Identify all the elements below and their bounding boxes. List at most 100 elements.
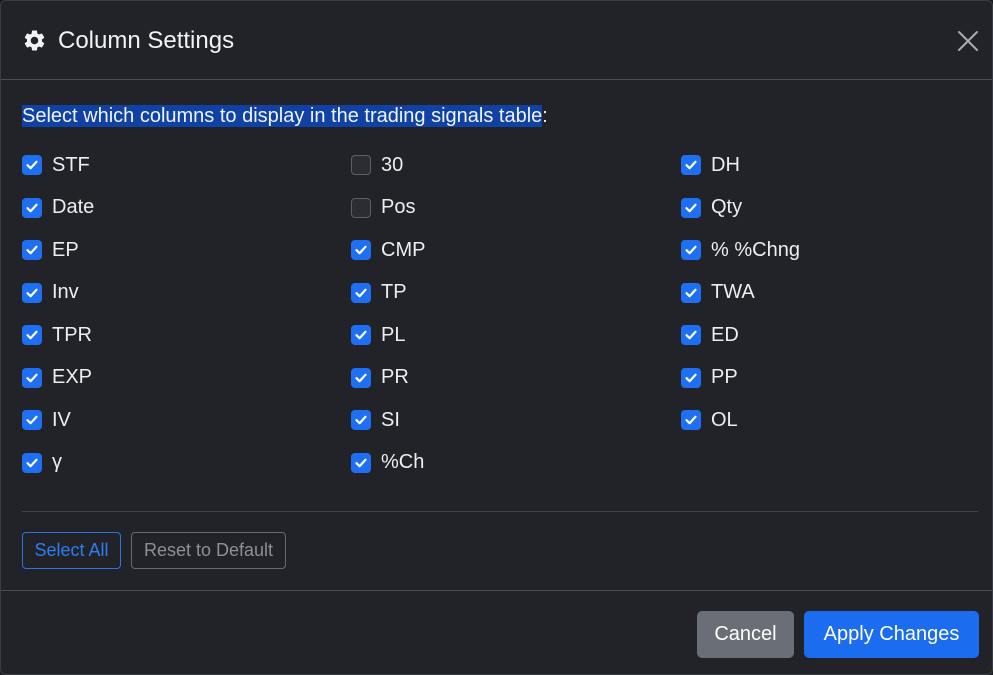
checkmark-icon <box>355 288 367 297</box>
checkbox-checked[interactable] <box>681 282 701 303</box>
checkmark-icon <box>355 245 367 255</box>
column-option-label: Pos <box>381 196 416 218</box>
column-option-label: PR <box>381 366 409 388</box>
modal-body: Select which columns to display in the t… <box>1 80 992 590</box>
column-option[interactable]: CMP <box>351 235 425 265</box>
checkmark-icon <box>685 203 697 212</box>
checkbox-unchecked[interactable] <box>351 197 371 218</box>
checkbox-checked[interactable] <box>681 240 701 260</box>
checkbox-checked[interactable] <box>22 197 42 218</box>
column-option-label: Qty <box>711 196 743 218</box>
checkbox-checked[interactable] <box>351 410 371 430</box>
checkmark-icon <box>26 415 38 425</box>
checkbox-checked[interactable] <box>681 325 701 345</box>
column-option[interactable]: Date <box>22 193 94 223</box>
column-option-label: Date <box>52 196 95 218</box>
column-option[interactable]: EXP <box>22 363 92 393</box>
modal-title: Column Settings <box>58 27 235 54</box>
description-highlighted: Select which columns to display in the t… <box>22 105 543 127</box>
column-option[interactable]: PL <box>351 320 405 350</box>
column-option-label: ED <box>711 323 739 346</box>
column-option[interactable]: %Ch <box>351 448 424 478</box>
column-option-label: %Ch <box>381 451 425 473</box>
checkmark-icon <box>685 415 697 425</box>
checkmark-icon <box>685 245 697 255</box>
checkbox-checked[interactable] <box>681 155 701 175</box>
checkbox-checked[interactable] <box>22 325 42 345</box>
gear-icon <box>24 30 45 51</box>
description-suffix: : <box>542 105 548 127</box>
column-option-label: SI <box>381 408 400 431</box>
column-option[interactable]: STF <box>22 150 90 180</box>
column-option[interactable]: Pos <box>351 193 415 223</box>
column-option-label: DH <box>711 153 740 176</box>
column-option[interactable]: EP <box>22 235 79 265</box>
column-option-label: EXP <box>52 366 93 388</box>
column-option[interactable]: TPR <box>22 320 92 350</box>
column-option[interactable]: Qty <box>681 193 742 223</box>
column-option[interactable]: PP <box>681 363 738 393</box>
cancel-button[interactable]: Cancel <box>697 611 794 658</box>
column-option-label: OL <box>711 408 738 431</box>
column-option-label: Inv <box>52 281 79 303</box>
checkbox-checked[interactable] <box>681 410 701 430</box>
column-option[interactable]: 30 <box>351 150 403 180</box>
column-option-label: 30 <box>381 153 404 176</box>
checkbox-checked[interactable] <box>351 367 371 388</box>
column-option-label: EP <box>52 238 79 261</box>
column-option[interactable]: TWA <box>681 278 755 308</box>
reset-to-default-button[interactable]: Reset to Default <box>131 532 286 569</box>
close-icon[interactable] <box>956 29 980 53</box>
column-option[interactable]: % %Chng <box>681 235 800 265</box>
checkbox-checked[interactable] <box>351 240 371 260</box>
column-option[interactable]: SI <box>351 405 400 435</box>
modal-header: Column Settings <box>1 1 992 80</box>
checkbox-checked[interactable] <box>351 282 371 303</box>
checkbox-checked[interactable] <box>22 410 42 430</box>
column-option[interactable]: IV <box>22 405 71 435</box>
column-option-label: PP <box>711 366 738 388</box>
modal-footer: Cancel Apply Changes <box>1 590 992 674</box>
column-option[interactable]: TP <box>351 278 407 308</box>
checkmark-icon <box>355 415 367 425</box>
column-option[interactable]: OL <box>681 405 738 435</box>
column-option-label: CMP <box>381 238 426 261</box>
column-option-label: γ <box>52 451 62 473</box>
column-settings-modal: Column Settings Select which columns to … <box>0 0 993 675</box>
checkbox-checked[interactable] <box>22 240 42 260</box>
select-all-button[interactable]: Select All <box>22 532 121 569</box>
divider <box>22 511 978 512</box>
checkmark-icon <box>685 330 697 340</box>
checkmark-icon <box>26 203 38 212</box>
description-text: Select which columns to display in the t… <box>22 101 548 131</box>
checkmark-icon <box>26 288 38 297</box>
checkmark-icon <box>26 330 38 340</box>
column-option[interactable]: γ <box>22 448 62 478</box>
checkmark-icon <box>26 245 38 255</box>
column-option-label: TPR <box>52 323 92 346</box>
checkbox-checked[interactable] <box>22 282 42 303</box>
checkmark-icon <box>685 373 697 382</box>
checkmark-icon <box>26 160 38 170</box>
checkbox-checked[interactable] <box>22 367 42 388</box>
checkbox-checked[interactable] <box>351 452 371 473</box>
checkbox-unchecked[interactable] <box>351 155 371 175</box>
checkmark-icon <box>355 373 367 382</box>
apply-changes-button[interactable]: Apply Changes <box>804 611 979 658</box>
checkbox-checked[interactable] <box>681 197 701 218</box>
checkbox-checked[interactable] <box>681 367 701 388</box>
column-option[interactable]: DH <box>681 150 740 180</box>
checkmark-icon <box>26 373 38 382</box>
checkbox-checked[interactable] <box>351 325 371 345</box>
column-option-label: TP <box>381 281 407 303</box>
checkmark-icon <box>685 288 697 297</box>
column-option[interactable]: PR <box>351 363 409 393</box>
checkbox-checked[interactable] <box>22 452 42 473</box>
column-option-label: IV <box>52 408 71 431</box>
column-option-label: TWA <box>711 281 755 303</box>
checkbox-checked[interactable] <box>22 155 42 175</box>
checkmark-icon <box>355 330 367 340</box>
column-option-label: PL <box>381 323 406 346</box>
column-option[interactable]: Inv <box>22 278 79 308</box>
column-option[interactable]: ED <box>681 320 739 350</box>
